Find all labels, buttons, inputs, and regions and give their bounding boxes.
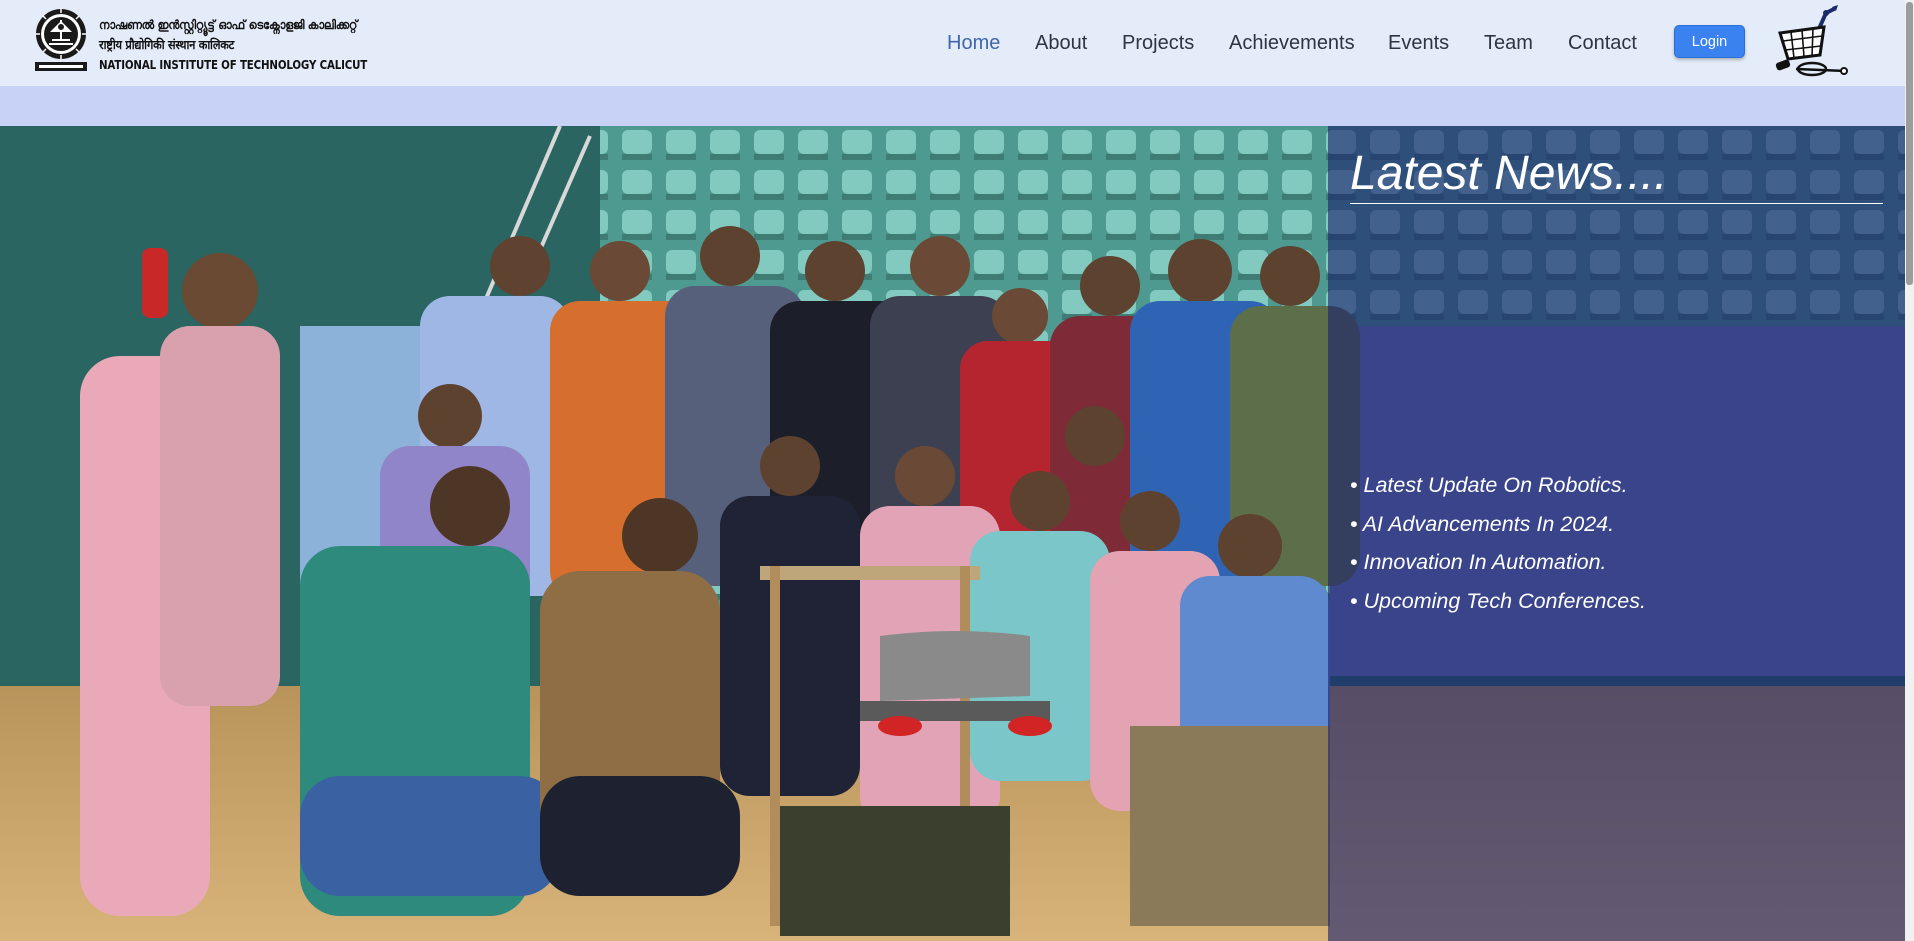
hero-section: Latest News.... • Latest Update On Robot… (0, 126, 1905, 941)
logo-text-hindi: राष्ट्रीय प्रौद्योगिकी संस्थान कालिकट (99, 37, 235, 52)
news-item[interactable]: • Latest Update On Robotics. (1350, 466, 1646, 505)
news-item[interactable]: • AI Advancements In 2024. (1350, 505, 1646, 544)
nav-link-team[interactable]: Team (1484, 29, 1533, 57)
nit-calicut-logo[interactable]: നാഷണൽ ഇൻസ്റ്റിറ്റ്യൂട്ട് ഓഫ് ടെക്നോളജി ക… (33, 7, 367, 73)
nav-link-projects[interactable]: Projects (1122, 29, 1194, 57)
header-strip (0, 86, 1905, 126)
logo-text-english: NATIONAL INSTITUTE OF TECHNOLOGY CALICUT (99, 57, 368, 72)
nav-link-about[interactable]: About (1035, 29, 1087, 57)
nav-link-contact[interactable]: Contact (1568, 29, 1637, 57)
news-divider (1350, 203, 1883, 204)
news-list: • Latest Update On Robotics. • AI Advanc… (1350, 466, 1646, 620)
news-title: Latest News.... (1350, 147, 1668, 200)
nav-link-achievements[interactable]: Achievements (1229, 29, 1355, 57)
news-item[interactable]: • Upcoming Tech Conferences. (1350, 582, 1646, 621)
logo-text-malayalam: നാഷണൽ ഇൻസ്റ്റിറ്റ്യൂട്ട് ഓഫ് ടെക്നോളജി ക… (99, 17, 358, 32)
page-scrollbar[interactable] (1905, 0, 1914, 941)
nit-emblem-icon (35, 9, 87, 71)
navbar: നാഷണൽ ഇൻസ്റ്റിറ്റ്യൂട്ട് ഓഫ് ടെക്നോളജി ക… (0, 0, 1905, 86)
latest-news-panel: Latest News.... • Latest Update On Robot… (1328, 126, 1905, 941)
nav-link-events[interactable]: Events (1388, 29, 1449, 57)
login-button[interactable]: Login (1674, 25, 1745, 58)
scrollbar-thumb[interactable] (1906, 2, 1913, 285)
nav-link-home[interactable]: Home (947, 29, 1000, 57)
news-item[interactable]: • Innovation In Automation. (1350, 543, 1646, 582)
robotics-club-logo-icon[interactable] (1774, 5, 1854, 83)
